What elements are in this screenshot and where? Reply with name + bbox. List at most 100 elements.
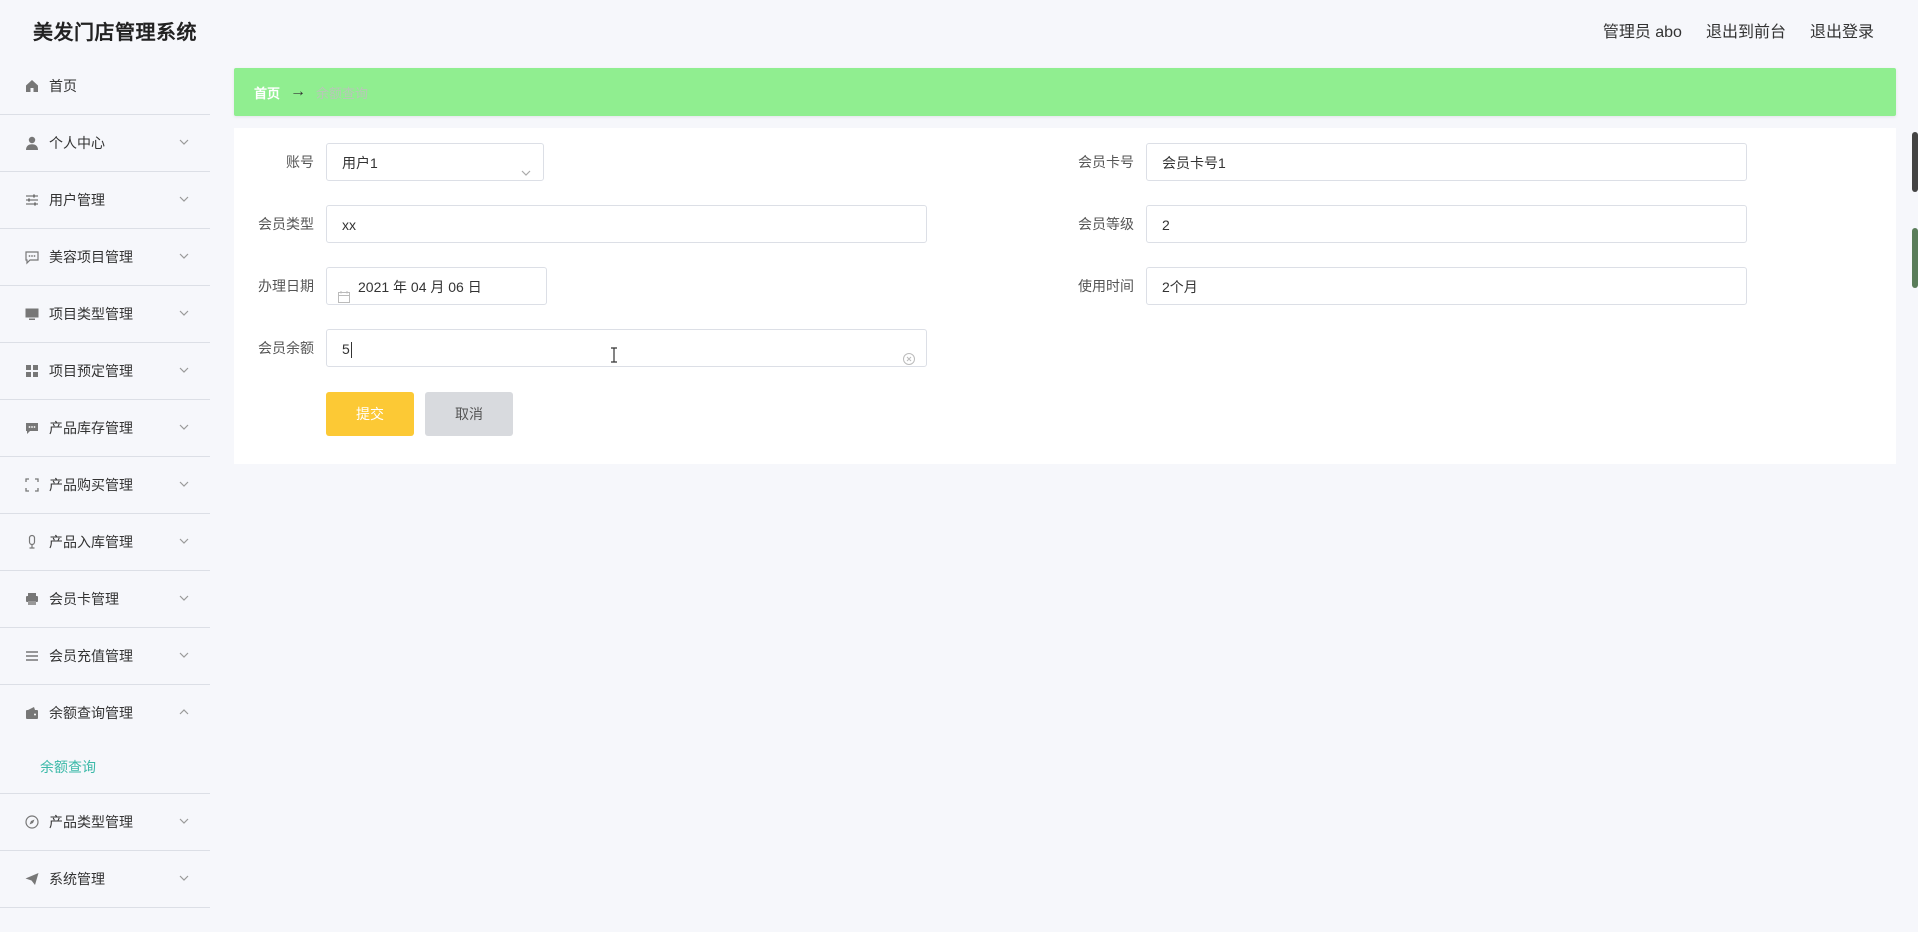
- sidebar-item-home[interactable]: 首页: [0, 58, 210, 115]
- scrollbar-thumb-secondary[interactable]: [1912, 228, 1918, 288]
- chevron-down-icon: [178, 477, 190, 489]
- send-icon: [24, 871, 40, 887]
- breadcrumb-home-link[interactable]: 首页: [254, 83, 280, 102]
- member-level-field[interactable]: 2: [1146, 205, 1747, 243]
- card-no-field[interactable]: 会员卡号1: [1146, 143, 1747, 181]
- compass-icon: [24, 814, 40, 830]
- submenu-balance-query: 余额查询: [0, 741, 210, 794]
- card-no-value: 会员卡号1: [1162, 155, 1226, 171]
- list-icon: [24, 648, 40, 664]
- member-level-value: 2: [1162, 217, 1170, 233]
- sidebar-item-label: 会员卡管理: [49, 591, 119, 607]
- date-value: 2021 年 04 月 06 日: [358, 279, 482, 295]
- to-frontend-link[interactable]: 退出到前台: [1706, 18, 1786, 42]
- member-level-label: 会员等级: [1078, 216, 1134, 232]
- text-cursor-icon: [609, 347, 619, 363]
- account-select-value: 用户1: [342, 155, 378, 171]
- chevron-down-icon: [178, 591, 190, 603]
- balance-label: 会员余额: [258, 340, 314, 356]
- clear-icon[interactable]: [902, 342, 916, 365]
- balance-form: 账号 用户1 会员卡号 会员卡号1 会员类型 xx 会员等级 2 办理日期 20…: [234, 128, 1896, 464]
- sidebar-item-label: 产品入库管理: [49, 534, 133, 550]
- chevron-down-icon: [178, 648, 190, 660]
- sidebar-item-beauty-project[interactable]: 美容项目管理: [0, 229, 210, 286]
- sidebar-item-user-management[interactable]: 用户管理: [0, 172, 210, 229]
- admin-label: 管理员 abo: [1602, 24, 1682, 41]
- chevron-down-icon: [519, 156, 533, 176]
- sidebar-item-product-purchase[interactable]: 产品购买管理: [0, 457, 210, 514]
- chevron-down-icon: [178, 249, 190, 261]
- printer-icon: [24, 591, 40, 607]
- sidebar-item-label: 系统管理: [49, 871, 105, 887]
- date-picker[interactable]: 2021 年 04 月 06 日: [326, 267, 547, 305]
- wallet-icon: [24, 705, 40, 721]
- balance-value: 5: [342, 341, 350, 357]
- sidebar-item-label: 首页: [49, 78, 77, 94]
- submit-button[interactable]: 提交: [326, 392, 414, 436]
- chevron-down-icon: [178, 871, 190, 883]
- member-type-value: xx: [342, 217, 356, 233]
- sidebar-item-label: 余额查询管理: [49, 705, 133, 721]
- message-icon: [24, 420, 40, 436]
- grid-icon: [24, 363, 40, 379]
- user-icon: [24, 135, 40, 151]
- monitor-icon: [24, 306, 40, 322]
- card-no-label: 会员卡号: [1078, 154, 1134, 170]
- breadcrumb-current: 余额查询: [316, 85, 369, 101]
- fullscreen-icon: [24, 477, 40, 493]
- sidebar-item-project-type[interactable]: 项目类型管理: [0, 286, 210, 343]
- app-title: 美发门店管理系统: [33, 22, 197, 44]
- balance-input[interactable]: 5: [326, 329, 927, 367]
- chat-icon: [24, 249, 40, 265]
- scrollbar-thumb[interactable]: [1912, 132, 1918, 192]
- microphone-icon: [24, 534, 40, 550]
- top-actions: 管理员 abo 退出到前台 退出登录: [1603, 18, 1874, 42]
- chevron-down-icon: [178, 363, 190, 375]
- sidebar-item-balance-query[interactable]: 余额查询管理: [0, 685, 210, 741]
- date-label: 办理日期: [258, 278, 314, 294]
- main-content: 首页 → 余额查询 账号 用户1 会员卡号 会员卡号1 会员类型 xx 会员等级…: [234, 68, 1896, 464]
- sidebar-item-label: 用户管理: [49, 192, 105, 208]
- sidebar-item-system-management[interactable]: 系统管理: [0, 851, 210, 908]
- sidebar-item-label: 项目类型管理: [49, 306, 133, 322]
- chevron-down-icon: [178, 534, 190, 546]
- top-bar: 美发门店管理系统 管理员 abo 退出到前台 退出登录: [0, 0, 1918, 58]
- sidebar-item-personal-center[interactable]: 个人中心: [0, 115, 210, 172]
- sidebar-item-member-card[interactable]: 会员卡管理: [0, 571, 210, 628]
- member-type-label: 会员类型: [258, 216, 314, 232]
- sidebar-item-project-booking[interactable]: 项目预定管理: [0, 343, 210, 400]
- usage-field[interactable]: 2个月: [1146, 267, 1747, 305]
- cancel-button[interactable]: 取消: [425, 392, 513, 436]
- sidebar-item-label: 产品类型管理: [49, 814, 133, 830]
- home-icon: [24, 78, 40, 94]
- text-caret: [350, 342, 352, 359]
- breadcrumb-separator: →: [290, 83, 307, 100]
- breadcrumb: 首页 → 余额查询: [234, 68, 1896, 116]
- account-select[interactable]: 用户1: [326, 143, 544, 181]
- chevron-down-icon: [178, 814, 190, 826]
- chevron-down-icon: [178, 192, 190, 204]
- sidebar-item-label: 个人中心: [49, 135, 105, 151]
- usage-value: 2个月: [1162, 279, 1198, 295]
- chevron-down-icon: [178, 306, 190, 318]
- logout-link[interactable]: 退出登录: [1810, 18, 1874, 42]
- chevron-up-icon: [178, 705, 190, 717]
- sidebar-item-product-inbound[interactable]: 产品入库管理: [0, 514, 210, 571]
- member-type-field[interactable]: xx: [326, 205, 927, 243]
- account-label: 账号: [286, 154, 314, 170]
- sidebar-item-member-recharge[interactable]: 会员充值管理: [0, 628, 210, 685]
- chevron-down-icon: [178, 420, 190, 432]
- sidebar-item-label: 会员充值管理: [49, 648, 133, 664]
- sliders-icon: [24, 192, 40, 208]
- sidebar-item-label: 产品购买管理: [49, 477, 133, 493]
- sidebar-item-label: 美容项目管理: [49, 249, 133, 265]
- chevron-down-icon: [178, 135, 190, 147]
- usage-label: 使用时间: [1078, 278, 1134, 294]
- sidebar-item-label: 项目预定管理: [49, 363, 133, 379]
- sidebar-item-product-stock[interactable]: 产品库存管理: [0, 400, 210, 457]
- submenu-item-balance-query[interactable]: 余额查询: [40, 757, 96, 777]
- sidebar-item-product-type[interactable]: 产品类型管理: [0, 794, 210, 851]
- sidebar-item-label: 产品库存管理: [49, 420, 133, 436]
- sidebar: 首页 个人中心 用户管理 美容项目管理 项目类型管理 项目预定管理 产品库存管理…: [0, 58, 210, 932]
- calendar-icon: [337, 280, 351, 303]
